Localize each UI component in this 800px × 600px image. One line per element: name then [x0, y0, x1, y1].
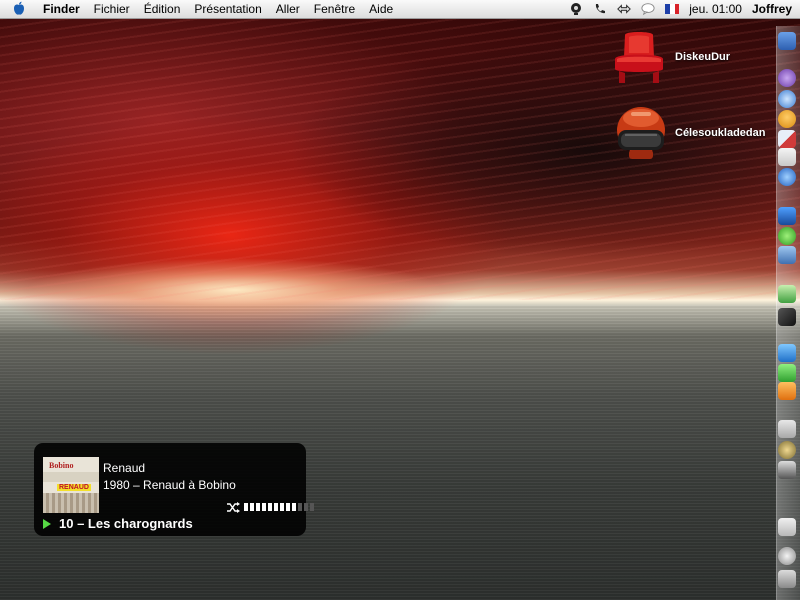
adium-icon[interactable]: [778, 110, 796, 128]
spotlight-icon[interactable]: [778, 547, 796, 565]
album-art[interactable]: Bobino RENAUD: [43, 457, 99, 513]
menu-presentation[interactable]: Présentation: [194, 2, 261, 16]
volume-segment: [286, 503, 290, 511]
desktop-icon-label: Célesoukladedan: [675, 127, 766, 139]
helmet-icon: [617, 107, 665, 159]
menu-edition[interactable]: Édition: [144, 2, 181, 16]
skype-icon[interactable]: [778, 227, 796, 245]
menu-bar: Finder Fichier Édition Présentation Alle…: [0, 0, 800, 19]
menu-aide[interactable]: Aide: [369, 2, 393, 16]
red-chair-icon: [615, 32, 663, 83]
volume-segment: [304, 503, 308, 511]
utility-icon[interactable]: [778, 461, 796, 479]
menu-user[interactable]: Joffrey: [752, 2, 792, 16]
volume-segment: [244, 503, 248, 511]
album-art-header: Bobino: [49, 461, 74, 470]
finder-icon[interactable]: [778, 32, 796, 50]
menu-clock[interactable]: jeu. 01:00: [689, 2, 742, 16]
menu-finder[interactable]: Finder: [43, 2, 80, 16]
volume-segment: [256, 503, 260, 511]
monitor-icon[interactable]: [569, 2, 583, 16]
menu-fenetre[interactable]: Fenêtre: [314, 2, 355, 16]
network-icon[interactable]: [778, 168, 796, 186]
menu-fichier[interactable]: Fichier: [94, 2, 130, 16]
app-icon-blue[interactable]: [778, 344, 796, 362]
address-book-icon[interactable]: [778, 148, 796, 166]
system-preferences-icon[interactable]: [778, 420, 796, 438]
speech-bubble-icon[interactable]: [641, 2, 655, 16]
french-flag-icon[interactable]: [665, 4, 680, 14]
play-icon[interactable]: [43, 519, 51, 529]
volume-segment: [280, 503, 284, 511]
apple-icon[interactable]: [12, 1, 26, 16]
album-art-stripe: [43, 472, 99, 482]
shuffle-icon[interactable]: [226, 502, 240, 513]
volume-segment: [268, 503, 272, 511]
album-art-title: RENAUD: [57, 484, 91, 491]
desktop-icon-celesoukladedan[interactable]: Célesoukladedan: [615, 104, 765, 162]
volume-segment: [298, 503, 302, 511]
desktop-icon-diskeudur[interactable]: DiskeuDur: [611, 29, 730, 85]
album-art-crowd: [43, 493, 99, 513]
trash-icon[interactable]: [778, 570, 796, 588]
safari-icon[interactable]: [778, 90, 796, 108]
phone-icon[interactable]: [593, 2, 607, 16]
volume-segment: [250, 503, 254, 511]
chat-icon[interactable]: [778, 207, 796, 225]
volume-segment: [292, 503, 296, 511]
itunes-widget[interactable]: Bobino RENAUD Renaud 1980 – Renaud à Bob…: [34, 443, 314, 536]
x11-icon[interactable]: [778, 441, 796, 459]
menu-aller[interactable]: Aller: [276, 2, 300, 16]
volume-segment: [274, 503, 278, 511]
app-icon-green[interactable]: [778, 364, 796, 382]
app-icon-orange[interactable]: [778, 382, 796, 400]
desktop-icon-label: DiskeuDur: [675, 51, 731, 63]
itunes-icon[interactable]: [778, 69, 796, 87]
mail-icon[interactable]: [778, 130, 796, 148]
album-name: 1980 – Renaud à Bobino: [103, 478, 236, 492]
sync-icon[interactable]: [617, 2, 632, 16]
track-title: 10 – Les charognards: [59, 516, 193, 531]
volume-slider[interactable]: [244, 503, 314, 511]
grapher-icon[interactable]: [778, 308, 796, 326]
volume-segment: [262, 503, 266, 511]
preview-icon[interactable]: [778, 246, 796, 264]
folder-icon[interactable]: [778, 518, 796, 536]
artist-name: Renaud: [103, 461, 146, 475]
volume-segment: [310, 503, 314, 511]
music-icon[interactable]: [778, 285, 796, 303]
